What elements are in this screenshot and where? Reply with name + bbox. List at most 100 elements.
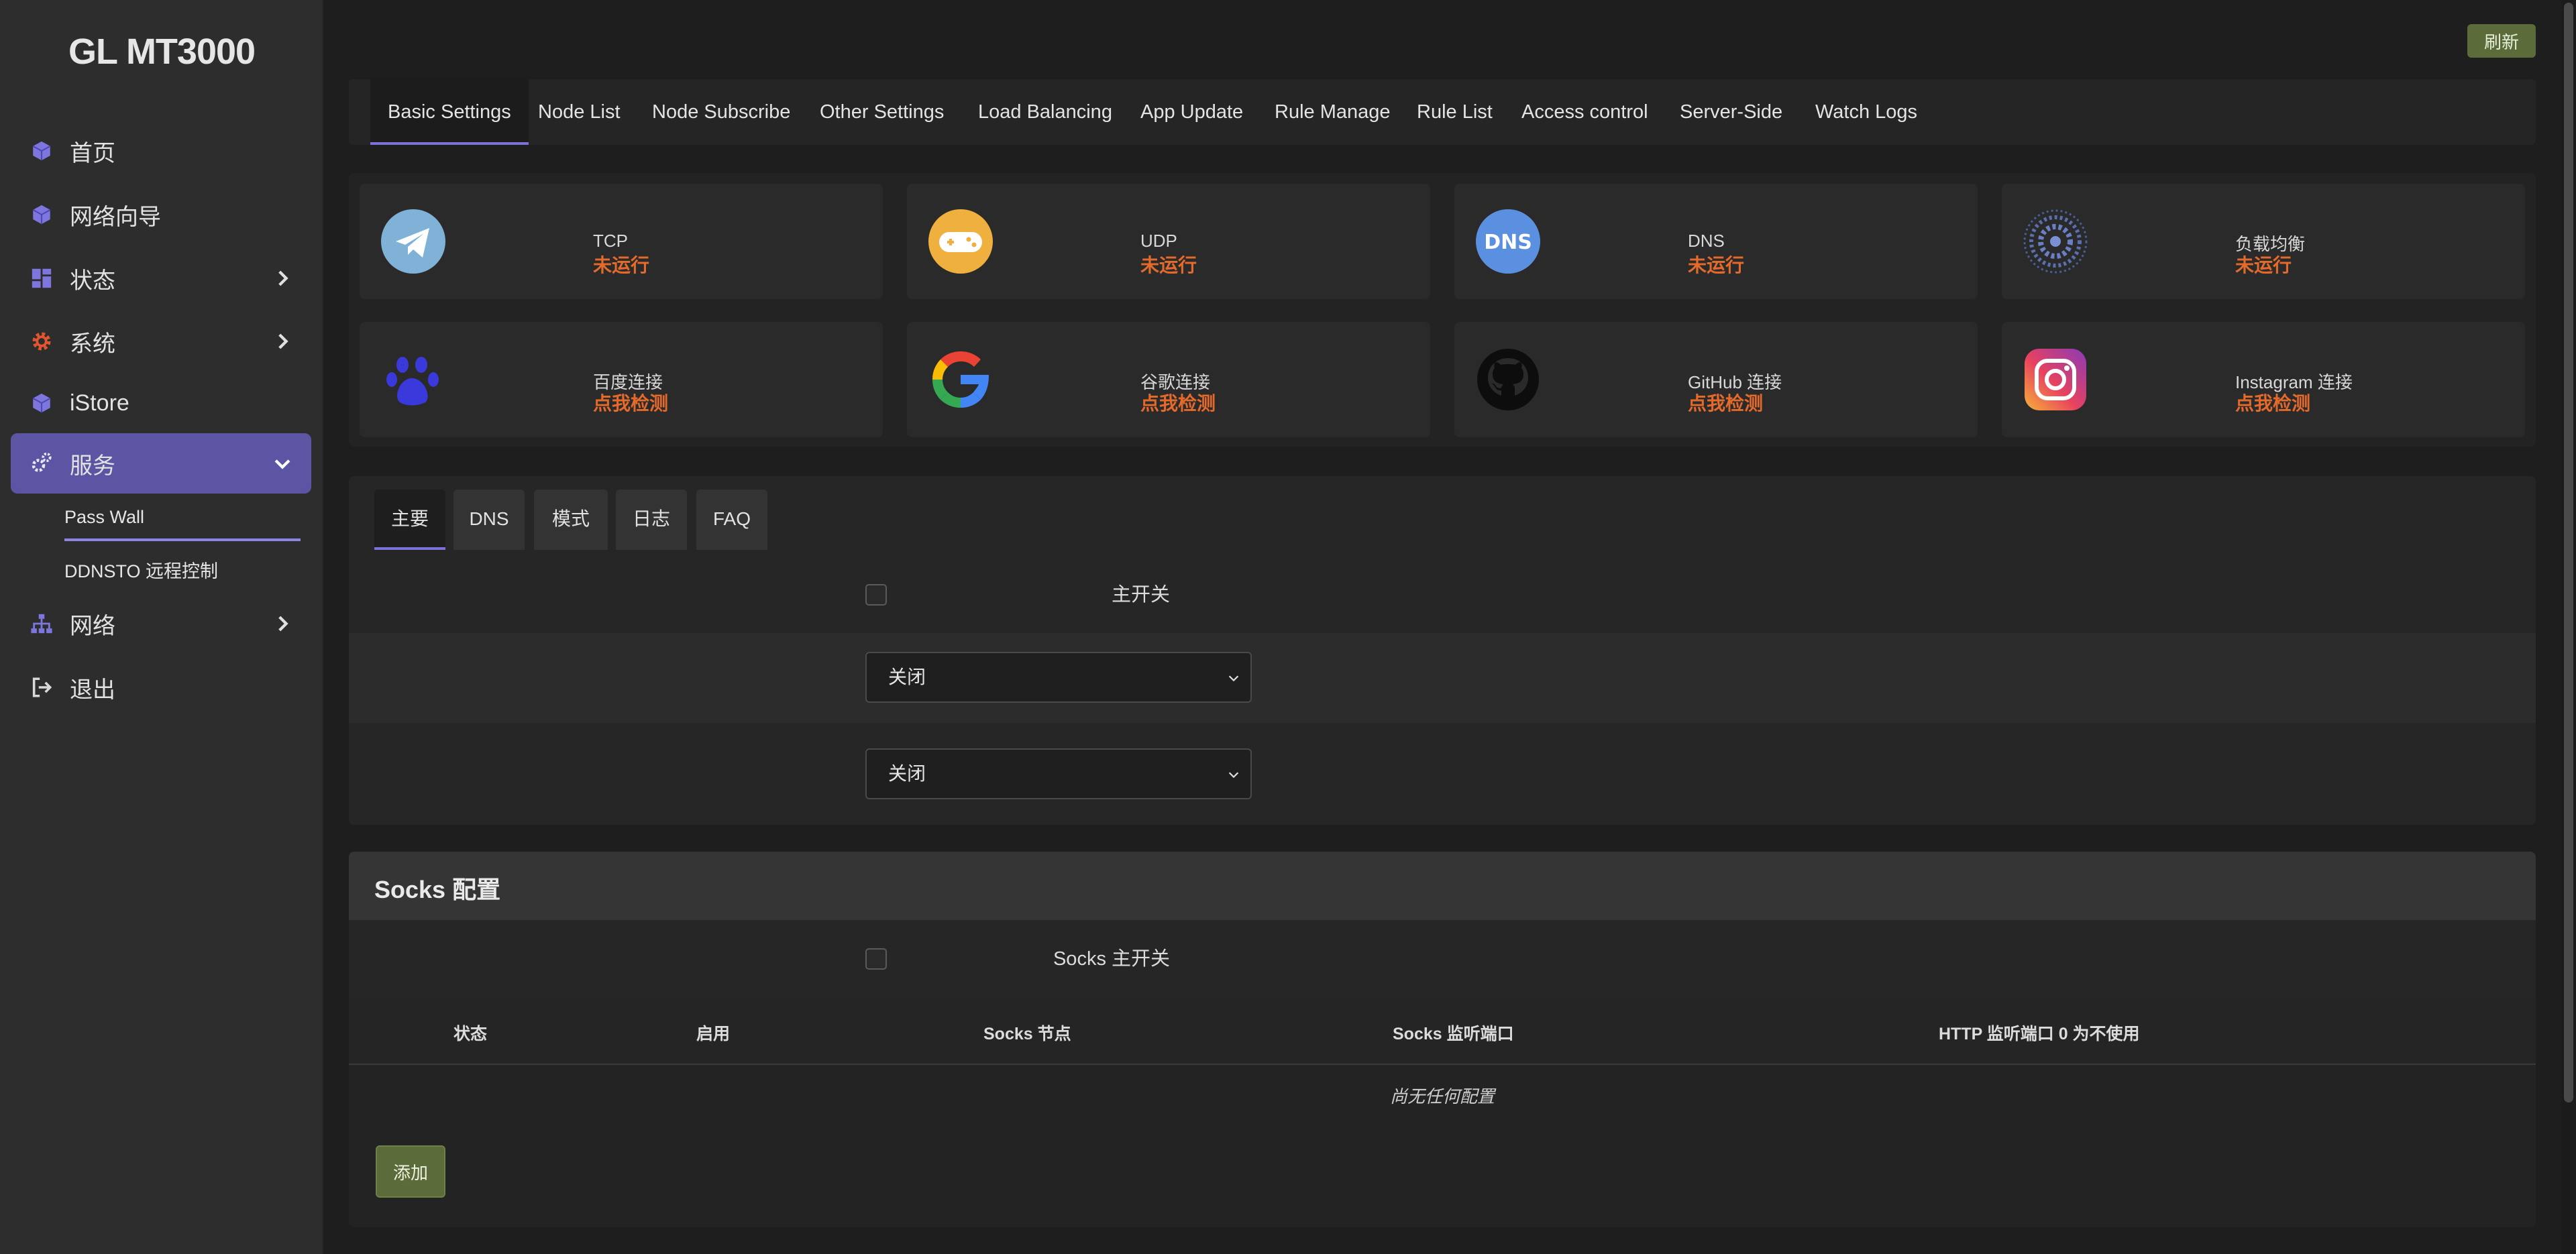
cube-icon: [28, 390, 55, 416]
gear-icon: [28, 328, 55, 355]
subtab-mode[interactable]: 模式: [534, 490, 608, 550]
chevron-down-icon: [1228, 675, 1239, 682]
socks-switch-checkbox[interactable]: [865, 948, 887, 970]
udp-node-select[interactable]: 关闭: [865, 748, 1252, 799]
tcp-node-row: TCP 节点 关闭: [349, 633, 2536, 723]
dashboard-icon: [28, 265, 55, 292]
status-value: 点我检测: [1688, 393, 1764, 414]
brand-logo: GL MT3000: [68, 32, 256, 72]
telegram-icon: [381, 209, 445, 274]
sidebar-item-istore[interactable]: iStore: [11, 373, 311, 433]
sidebar-item-label: 网络向导: [70, 204, 161, 230]
dns-icon: DNS: [1476, 209, 1540, 274]
udp-node-row: UDP 节点 关闭: [349, 730, 2536, 819]
main-switch-row: 主开关: [349, 550, 2536, 640]
status-card-load-balance[interactable]: 负载均衡 未运行: [2002, 184, 2525, 299]
chevron-down-icon: [274, 459, 290, 469]
main-switch-label: 主开关: [1111, 584, 1170, 606]
column-header-enabled: 启用: [696, 1025, 731, 1043]
google-icon: [932, 351, 989, 408]
socks-switch-label: Socks 主开关: [1053, 948, 1170, 970]
subtab-log[interactable]: 日志: [616, 490, 687, 550]
subtab-main[interactable]: 主要: [374, 490, 445, 550]
socks-header: Socks 配置: [349, 852, 2536, 920]
gamepad-icon: [928, 209, 993, 274]
sidebar-item-label: iStore: [70, 390, 129, 416]
chevron-down-icon: [1228, 772, 1239, 779]
chevron-right-icon: [278, 333, 288, 349]
column-header-status: 状态: [453, 1025, 488, 1043]
sidebar-item-logout[interactable]: 退出: [11, 657, 311, 718]
tab-node-list[interactable]: Node List: [538, 79, 621, 145]
socks-switch-row: Socks 主开关: [349, 920, 2536, 998]
status-label: UDP: [1140, 231, 1177, 251]
sidebar-item-label: 退出: [70, 677, 115, 703]
sidebar: GL MT3000 首页 网络向导 状态 系统 iStore 服务 Pass W…: [0, 0, 323, 1254]
tab-app-update[interactable]: App Update: [1140, 79, 1243, 145]
status-card-udp[interactable]: UDP 未运行: [907, 184, 1430, 299]
tab-watch-logs[interactable]: Watch Logs: [1815, 79, 1917, 145]
socks-title: Socks 配置: [374, 876, 501, 903]
sidebar-subitem-passwall[interactable]: Pass Wall: [64, 507, 301, 541]
status-label: TCP: [593, 231, 628, 251]
column-header-socks-port: Socks 监听端口: [1393, 1025, 1514, 1043]
sidebar-item-services[interactable]: 服务: [11, 433, 311, 494]
page-scrollbar[interactable]: [2561, 0, 2576, 1254]
status-value: 点我检测: [2235, 393, 2311, 414]
status-value: 未运行: [2235, 255, 2292, 276]
tab-node-subscribe[interactable]: Node Subscribe: [652, 79, 790, 145]
column-header-http-port: HTTP 监听端口 0 为不使用: [1939, 1025, 2140, 1043]
sidebar-item-system[interactable]: 系统: [11, 311, 311, 372]
github-icon: [1477, 349, 1539, 410]
baidu-paw-icon: [386, 357, 439, 406]
udp-node-value: 关闭: [888, 763, 926, 784]
tab-rule-manage[interactable]: Rule Manage: [1275, 79, 1391, 145]
status-value: 未运行: [1140, 255, 1197, 276]
status-card-baidu[interactable]: 百度连接 点我检测: [360, 322, 883, 437]
sidebar-item-label: 服务: [70, 453, 115, 479]
status-card-github[interactable]: GitHub 连接 点我检测: [1454, 322, 1978, 437]
socks-config-panel: Socks 配置 Socks 主开关 状态 启用 Socks 节点 Socks …: [349, 852, 2536, 1227]
chevron-right-icon: [278, 270, 288, 286]
svg-text:DNS: DNS: [1484, 231, 1532, 254]
network-icon: [28, 610, 55, 637]
cube-icon: [28, 201, 55, 228]
sidebar-item-network[interactable]: 网络: [11, 593, 311, 654]
column-header-socks-node: Socks 节点: [983, 1025, 1071, 1043]
sidebar-item-label: 首页: [70, 140, 115, 166]
cube-icon: [28, 137, 55, 164]
sidebar-item-label: 网络: [70, 613, 115, 639]
status-panel: TCP 未运行 UDP 未运行 DNS DNS 未运行 负载均衡 未运行 百度连…: [349, 173, 2536, 447]
sidebar-item-status[interactable]: 状态: [11, 248, 311, 308]
tab-server-side[interactable]: Server-Side: [1680, 79, 1782, 145]
globe-dots-icon: [2023, 209, 2088, 274]
empty-table-message: 尚无任何配置: [1389, 1086, 1495, 1106]
sidebar-item-home[interactable]: 首页: [11, 121, 311, 181]
sidebar-subitem-ddnsto[interactable]: DDNSTO 远程控制: [64, 557, 218, 583]
logout-icon: [28, 674, 55, 701]
status-value: 点我检测: [593, 393, 669, 414]
sidebar-item-network-wizard[interactable]: 网络向导: [11, 184, 311, 245]
sidebar-item-label: 系统: [70, 331, 115, 357]
tab-other-settings[interactable]: Other Settings: [820, 79, 944, 145]
status-value: 点我检测: [1140, 393, 1216, 414]
socks-table-header: 状态 启用 Socks 节点 Socks 监听端口 HTTP 监听端口 0 为不…: [349, 998, 2536, 1065]
status-card-tcp[interactable]: TCP 未运行: [360, 184, 883, 299]
tab-load-balancing[interactable]: Load Balancing: [978, 79, 1112, 145]
refresh-button[interactable]: 刷新: [2467, 24, 2536, 58]
status-card-dns[interactable]: DNS DNS 未运行: [1454, 184, 1978, 299]
tab-rule-list[interactable]: Rule List: [1417, 79, 1493, 145]
tab-access-control[interactable]: Access control: [1521, 79, 1648, 145]
status-value: 未运行: [593, 255, 650, 276]
status-card-instagram[interactable]: Instagram 连接 点我检测: [2002, 322, 2525, 437]
subtab-faq[interactable]: FAQ: [696, 490, 767, 550]
add-socks-button[interactable]: 添加: [376, 1145, 445, 1198]
tcp-node-select[interactable]: 关闭: [865, 652, 1252, 703]
tab-basic-settings[interactable]: Basic Settings: [370, 79, 529, 145]
subtab-dns[interactable]: DNS: [453, 490, 525, 550]
main-switch-checkbox[interactable]: [865, 584, 887, 606]
scrollbar-thumb[interactable]: [2564, 3, 2573, 1102]
status-label: DNS: [1688, 231, 1725, 251]
instagram-icon: [2025, 349, 2086, 410]
status-card-google[interactable]: 谷歌连接 点我检测: [907, 322, 1430, 437]
